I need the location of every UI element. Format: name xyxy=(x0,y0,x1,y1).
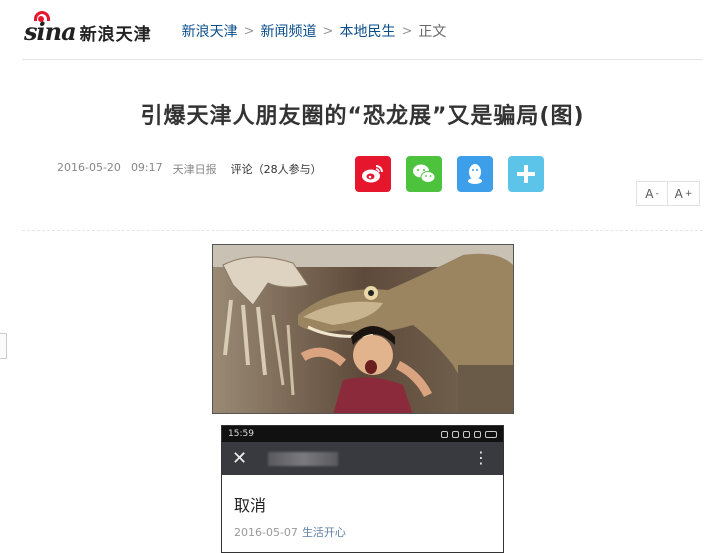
post-date: 2016-05-07 xyxy=(234,526,298,539)
breadcrumb-news[interactable]: 新闻频道 xyxy=(261,21,317,41)
article-meta: 2016-05-20 09:17 天津日报 评论（28人参与） xyxy=(57,161,332,177)
dinosaur-photo-image xyxy=(213,245,513,413)
post-meta: 2016-05-07 生活开心 xyxy=(234,524,503,540)
article-photo xyxy=(212,244,514,414)
share-weibo-button[interactable] xyxy=(355,156,391,192)
blurred-account-name xyxy=(268,451,338,466)
comment-count: （28人参与） xyxy=(252,163,322,176)
wechat-icon xyxy=(413,164,436,183)
phone-clock: 15:59 xyxy=(228,429,254,439)
breadcrumb-separator: > xyxy=(243,23,255,39)
phone-status-icons xyxy=(441,430,497,438)
article-source[interactable]: 天津日报 xyxy=(173,161,217,177)
breadcrumb-separator: > xyxy=(401,23,413,39)
site-name: 新浪天津 xyxy=(79,24,152,45)
publish-date: 2016-05-20 xyxy=(57,161,121,174)
content-divider xyxy=(22,230,703,231)
font-size-controls: A- A + xyxy=(636,181,700,206)
share-qq-button[interactable] xyxy=(457,156,493,192)
article-title: 引爆天津人朋友圈的“恐龙展”又是骗局(图) xyxy=(140,104,585,129)
weibo-icon xyxy=(362,165,383,183)
font-larger-button[interactable]: A + xyxy=(668,181,700,206)
breadcrumb-home[interactable]: 新浪天津 xyxy=(182,21,238,41)
post-account-link[interactable]: 生活开心 xyxy=(302,526,346,539)
qq-icon xyxy=(468,164,482,184)
publish-time: 09:17 xyxy=(130,161,163,174)
phone-nav-bar: ✕ ⋮ xyxy=(222,442,503,475)
breadcrumb: 新浪天津 > 新闻频道 > 本地民生 > 正文 xyxy=(182,21,447,41)
more-options-icon[interactable]: ⋮ xyxy=(473,450,489,466)
breadcrumb-separator: > xyxy=(322,23,334,39)
phone-status-bar: 15:59 xyxy=(222,426,503,442)
breadcrumb-local[interactable]: 本地民生 xyxy=(339,21,395,41)
plus-icon xyxy=(517,165,535,183)
share-more-button[interactable] xyxy=(508,156,544,192)
breadcrumb-current: 正文 xyxy=(418,24,447,40)
sina-logo[interactable]: sina 新浪天津 xyxy=(24,10,152,46)
share-wechat-button[interactable] xyxy=(406,156,442,192)
close-icon[interactable]: ✕ xyxy=(232,448,252,469)
comment-link[interactable]: 评论（28人参与） xyxy=(231,161,322,177)
site-header: sina 新浪天津 新浪天津 > 新闻频道 > 本地民生 > 正文 xyxy=(22,8,702,54)
comment-label: 评论 xyxy=(230,163,253,176)
header-divider xyxy=(22,59,703,60)
sina-logo-mark: sina xyxy=(24,10,77,46)
side-tab-handle[interactable] xyxy=(0,333,7,359)
phone-screenshot: 15:59 ✕ ⋮ 取消 2016-05-07 生活开心 xyxy=(221,425,504,553)
post-title: 取消 xyxy=(234,496,267,515)
font-smaller-button[interactable]: A- xyxy=(636,181,668,206)
